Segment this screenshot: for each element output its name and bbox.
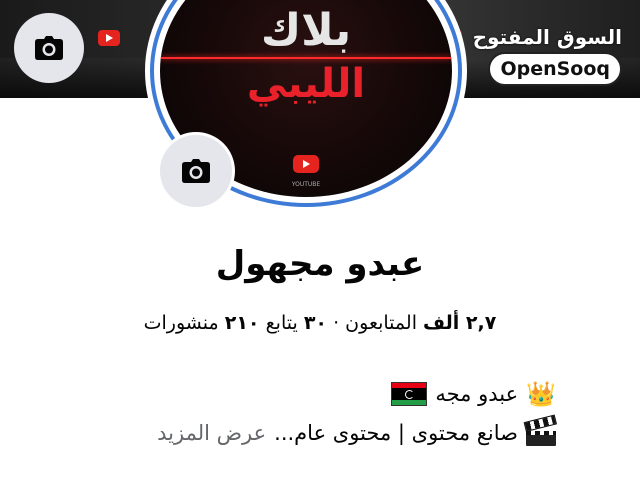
clapperboard-icon	[523, 414, 558, 446]
avatar-title-line2: الليبي	[246, 61, 366, 107]
bio-line-2-text: صانع محتوى | محتوى عام...	[274, 421, 518, 445]
followers-label[interactable]: المتابعون	[345, 312, 417, 334]
libya-flag-icon	[391, 382, 428, 406]
bio-line-2: صانع محتوى | محتوى عام... عرض المزيد	[157, 414, 558, 446]
posts-count: ٢١٠	[224, 312, 260, 334]
camera-icon	[182, 159, 210, 183]
camera-icon	[35, 36, 63, 60]
watermark-latin: OpenSooq	[488, 52, 622, 86]
stats-separator: ·	[333, 312, 340, 334]
edit-cover-photo-button[interactable]	[14, 13, 84, 83]
edit-profile-picture-button[interactable]	[157, 132, 235, 210]
youtube-icon	[98, 30, 120, 46]
followers-count[interactable]: ٢,٧ ألف	[423, 312, 496, 334]
watermark-arabic: السوق المفتوح	[472, 25, 622, 49]
see-more-link[interactable]: عرض المزيد	[157, 421, 266, 445]
profile-stats: ٢,٧ ألف المتابعون · ٣٠ يتابع ٢١٠ منشورات	[0, 312, 640, 334]
bio-line-1-text: عبدو مجه	[435, 382, 519, 406]
following-label[interactable]: يتابع	[266, 312, 298, 334]
bio-line-1: 👑 عبدو مجه	[391, 380, 556, 408]
opensooq-watermark: السوق المفتوح OpenSooq	[472, 24, 622, 86]
profile-name: عبدو مجهول	[215, 244, 425, 284]
youtube-icon	[293, 155, 319, 173]
crown-icon: 👑	[526, 380, 556, 408]
avatar-title-line1: بلاك	[260, 5, 352, 56]
avatar-red-line	[160, 57, 452, 59]
posts-label: منشورات	[143, 312, 219, 334]
following-count[interactable]: ٣٠	[304, 312, 327, 334]
